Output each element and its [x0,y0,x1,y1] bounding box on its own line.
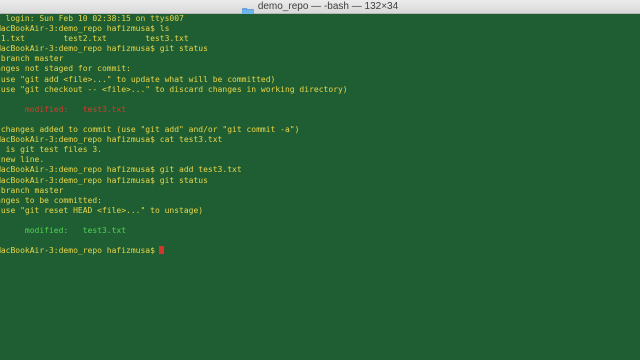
terminal-line-text: MacBookAir-3:demo_repo hafizmusa$ git st… [0,44,208,54]
terminal-line: MacBookAir-3:demo_repo hafizmusa$ cat te… [0,135,348,145]
terminal-line-text: t1.txt test2.txt test3.txt [0,34,189,44]
terminal-line: modified: test3.txt [0,226,348,236]
terminal-line: branch master [0,186,348,196]
title-wrap: demo_repo — -bash — 132×34 [0,0,640,16]
terminal-line: branch master [0,54,348,64]
terminal-line-text: anges not staged for commit: [0,64,131,74]
terminal-line: t1.txt test2.txt test3.txt [0,34,348,44]
terminal-line: changes added to commit (use "git add" a… [0,125,348,135]
folder-icon [242,3,254,16]
terminal-line: modified: test3.txt [0,105,348,115]
terminal-line: anges not staged for commit: [0,64,348,74]
terminal-line-text: MacBookAir-3:demo_repo hafizmusa$ ls [0,24,170,34]
title-bar[interactable]: demo_repo — -bash — 132×34 [0,0,640,16]
terminal-line: MacBookAir-3:demo_repo hafizmusa$ git st… [0,176,348,186]
prompt-line: MacBookAir-3:demo_repo hafizmusa$ [0,246,348,256]
terminal-lines: t login: Sun Feb 10 02:38:15 on ttys007 M… [0,14,348,256]
terminal-line-text: new line. [0,155,45,165]
terminal-line-text: branch master [0,185,64,195]
terminal-line-text: t login: Sun Feb 10 02:38:15 on ttys007 [0,14,184,23]
terminal-line-text: modified: test3.txt [0,104,127,114]
terminal-line-text: anges to be committed: [0,195,102,205]
window-title: demo_repo — -bash — 132×34 [257,1,399,12]
terminal-line-text: MacBookAir-3:demo_repo hafizmusa$ [0,246,155,256]
terminal-line-text: s is git test files 3. [0,145,102,155]
terminal-line: new line. [0,155,348,165]
terminal-line: t login: Sun Feb 10 02:38:15 on ttys007 [0,14,348,24]
terminal-line-text: MacBookAir-3:demo_repo hafizmusa$ git ad… [0,165,242,175]
terminal-line-text: use "git reset HEAD <file>..." to unstag… [0,205,204,215]
terminal-line: anges to be committed: [0,196,348,206]
terminal-line: MacBookAir-3:demo_repo hafizmusa$ git st… [0,44,348,54]
text-cursor [158,246,164,255]
terminal-line-text: changes added to commit (use "git add" a… [0,125,300,135]
terminal-line: use "git checkout -- <file>..." to disca… [0,85,348,95]
terminal-line-text: MacBookAir-3:demo_repo hafizmusa$ git st… [0,175,208,185]
terminal-line-text: modified: test3.txt [0,225,127,235]
terminal-line-text: MacBookAir-3:demo_repo hafizmusa$ cat te… [0,135,223,145]
terminal-line: MacBookAir-3:demo_repo hafizmusa$ ls [0,24,348,34]
terminal-line: MacBookAir-3:demo_repo hafizmusa$ git ad… [0,165,348,175]
terminal-window: demo_repo — -bash — 132×34 t login: Sun … [0,0,640,360]
terminal-line-text: use "git checkout -- <file>..." to disca… [0,84,348,94]
terminal-line-text: branch master [0,54,64,64]
terminal-line-text: use "git add <file>..." to update what w… [0,74,276,84]
terminal-line: use "git reset HEAD <file>..." to unstag… [0,206,348,216]
terminal-line: use "git add <file>..." to update what w… [0,75,348,85]
terminal-line: s is git test files 3. [0,145,348,155]
terminal-output[interactable]: t login: Sun Feb 10 02:38:15 on ttys007 M… [0,14,640,360]
